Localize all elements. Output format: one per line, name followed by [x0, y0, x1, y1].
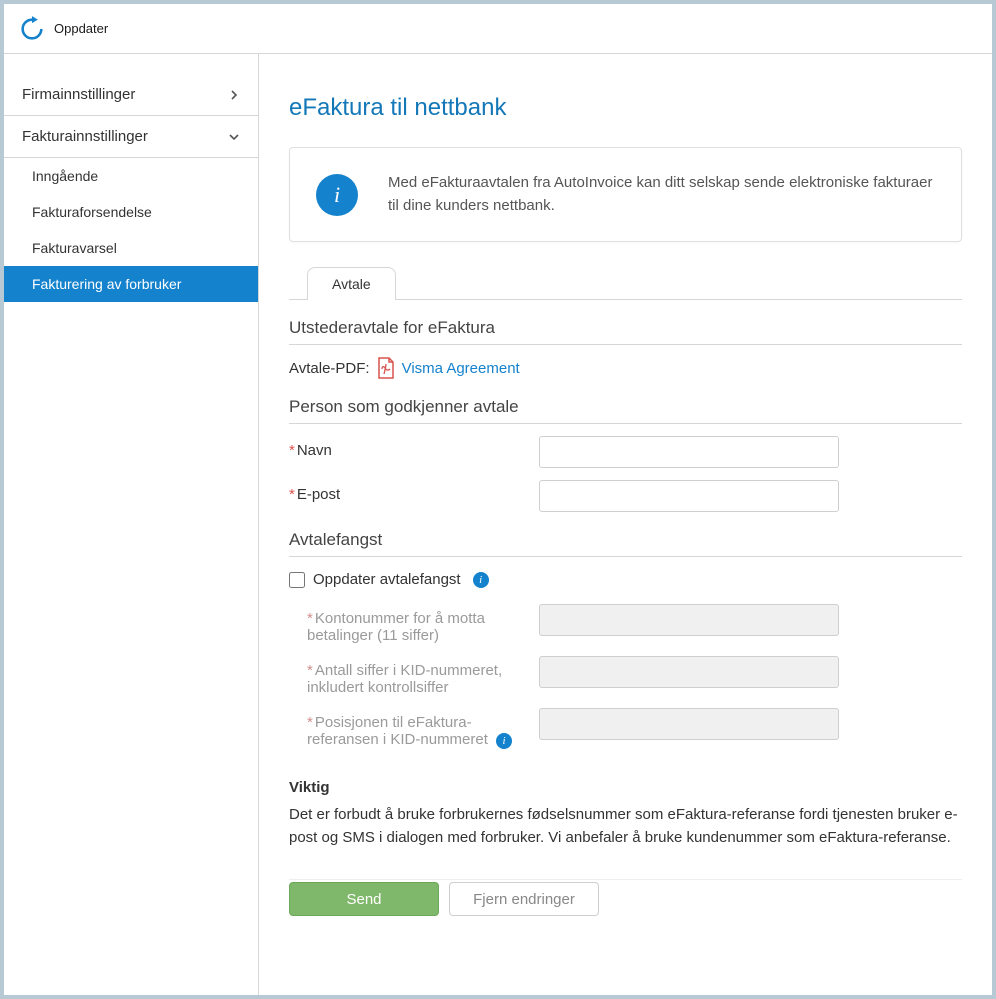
- info-icon-avtalefangst[interactable]: i: [473, 572, 489, 588]
- sidebar-item-label: Fakturavarsel: [32, 240, 117, 256]
- tab-row: Avtale: [289, 266, 962, 300]
- content-area: eFaktura til nettbank i Med eFakturaavta…: [259, 54, 992, 995]
- refresh-icon: [18, 15, 46, 43]
- sidebar-section-label: Firmainnstillinger: [22, 86, 135, 103]
- account-input: [539, 604, 839, 636]
- chevron-down-icon: [228, 131, 240, 143]
- info-card: i Med eFakturaavtalen fra AutoInvoice ka…: [289, 147, 962, 242]
- name-label: *Navn: [289, 436, 539, 459]
- account-label: *Kontonummer for å motta betalinger (11 …: [289, 604, 539, 644]
- kid-pos-label: *Posisjonen til eFaktura-referansen i KI…: [289, 708, 539, 749]
- tab-avtale[interactable]: Avtale: [307, 267, 396, 300]
- oppdater-avtalefangst-checkbox[interactable]: [289, 572, 305, 588]
- section-title-person: Person som godkjenner avtale: [289, 397, 962, 424]
- kid-digits-label: *Antall siffer i KID-nummeret, inkludert…: [289, 656, 539, 696]
- info-text: Med eFakturaavtalen fra AutoInvoice kan …: [388, 172, 935, 217]
- sidebar-item-label: Fakturaforsendelse: [32, 204, 152, 220]
- pdf-label: Avtale-PDF:: [289, 360, 370, 377]
- name-input[interactable]: [539, 436, 839, 468]
- email-label: *E-post: [289, 480, 539, 503]
- oppdater-avtalefangst-label: Oppdater avtalefangst: [313, 571, 461, 588]
- tab-label: Avtale: [332, 276, 371, 292]
- sidebar-section-firmainnstillinger[interactable]: Firmainnstillinger: [4, 74, 258, 116]
- sidebar-section-label: Fakturainnstillinger: [22, 128, 148, 145]
- button-row: Send Fjern endringer: [289, 879, 962, 916]
- sidebar-item-inngaende[interactable]: Inngående: [4, 158, 258, 194]
- refresh-label: Oppdater: [54, 21, 108, 36]
- important-title: Viktig: [289, 779, 962, 796]
- section-title-avtalefangst: Avtalefangst: [289, 530, 962, 557]
- section-title-utstederavtale: Utstederavtale for eFaktura: [289, 318, 962, 345]
- topbar: Oppdater: [4, 4, 992, 54]
- sidebar-item-label: Fakturering av forbruker: [32, 276, 181, 292]
- pdf-icon: [376, 357, 396, 379]
- kid-digits-input: [539, 656, 839, 688]
- important-block: Viktig Det er forbudt å bruke forbrukern…: [289, 779, 962, 849]
- sidebar-section-fakturainnstillinger[interactable]: Fakturainnstillinger: [4, 116, 258, 158]
- app-frame: Oppdater Firmainnstillinger Fakturainnst…: [0, 0, 996, 999]
- refresh-button[interactable]: Oppdater: [18, 15, 108, 43]
- info-icon: i: [316, 174, 358, 216]
- sidebar-item-fakturaforsendelse[interactable]: Fakturaforsendelse: [4, 194, 258, 230]
- chevron-right-icon: [228, 89, 240, 101]
- sidebar: Firmainnstillinger Fakturainnstillinger …: [4, 54, 259, 995]
- info-icon-kidpos[interactable]: i: [496, 733, 512, 749]
- agreement-pdf-link[interactable]: Visma Agreement: [402, 360, 520, 377]
- sidebar-item-fakturering-forbruker[interactable]: Fakturering av forbruker: [4, 266, 258, 302]
- sidebar-item-label: Inngående: [32, 168, 98, 184]
- discard-button[interactable]: Fjern endringer: [449, 882, 599, 916]
- email-input[interactable]: [539, 480, 839, 512]
- sidebar-item-fakturavarsel[interactable]: Fakturavarsel: [4, 230, 258, 266]
- send-button[interactable]: Send: [289, 882, 439, 916]
- kid-pos-input: [539, 708, 839, 740]
- important-text: Det er forbudt å bruke forbrukernes føds…: [289, 804, 962, 849]
- page-title: eFaktura til nettbank: [289, 94, 962, 122]
- agreement-pdf-row: Avtale-PDF: Visma Agreement: [289, 357, 962, 379]
